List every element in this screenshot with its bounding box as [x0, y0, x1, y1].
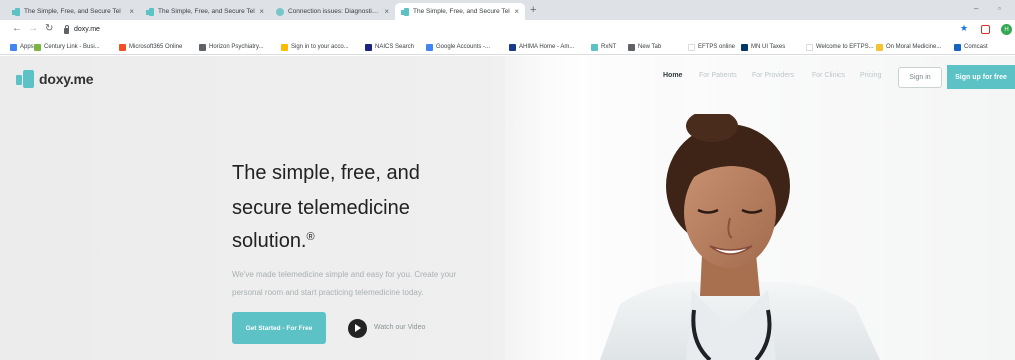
bookmark-label: MN UI Taxes	[751, 44, 786, 50]
bookmark-item[interactable]: Century Link - Busi...	[34, 41, 100, 53]
logo-text: doxy.me	[39, 71, 94, 87]
extension-icon[interactable]	[981, 25, 990, 34]
bookmark-item[interactable]: Sign in to your acco...	[281, 41, 349, 53]
close-icon[interactable]: ×	[129, 7, 134, 16]
nav-for-patients[interactable]: For Patients	[699, 72, 737, 79]
bookmark-item[interactable]: Horizon Psychiatry...	[199, 41, 264, 53]
bookmark-favicon-icon	[741, 43, 748, 51]
bookmark-label: Microsoft365 Online	[129, 44, 183, 50]
bookmark-label: Horizon Psychiatry...	[209, 44, 264, 50]
bookmark-item[interactable]: Apps	[10, 41, 34, 53]
profile-avatar[interactable]: H	[1001, 24, 1012, 35]
nav-pricing[interactable]: Pricing	[860, 72, 881, 79]
nav-for-providers[interactable]: For Providers	[752, 72, 794, 79]
bookmark-favicon-icon	[365, 43, 372, 51]
url-input[interactable]: doxy.me	[58, 22, 938, 37]
url-text: doxy.me	[74, 26, 100, 33]
sign-in-button[interactable]: Sign in	[898, 67, 942, 88]
browser-tab-2[interactable]: The Simple, Free, and Secure Tel ×	[140, 3, 270, 20]
bookmark-item[interactable]: NAICS Search	[365, 41, 414, 53]
doxy-favicon-icon	[401, 7, 409, 16]
browser-tab-3[interactable]: Connection issues: Diagnostic to ×	[270, 3, 395, 20]
reload-icon[interactable]: ↻	[45, 23, 53, 34]
bookmark-favicon-icon	[509, 43, 516, 51]
bookmark-favicon-icon	[876, 43, 883, 51]
tab-title: The Simple, Free, and Secure Tel	[24, 8, 121, 15]
bookmark-label: Welcome to EFTPS...	[816, 44, 874, 50]
registered-mark: ®	[306, 231, 315, 243]
minimize-icon[interactable]: –	[974, 4, 978, 13]
bookmark-favicon-icon	[591, 43, 598, 51]
hero-headline-3: solution.®	[232, 230, 315, 253]
bookmark-label: Apps	[20, 44, 34, 50]
get-started-button[interactable]: Get Started - For Free	[232, 312, 326, 344]
sign-up-button[interactable]: Sign up for free	[947, 65, 1015, 89]
browser-tab-4-active[interactable]: The Simple, Free, and Secure Tel ×	[395, 3, 525, 20]
bookmark-label: New Tab	[638, 44, 662, 50]
bookmark-item[interactable]: MN UI Taxes	[741, 41, 785, 53]
close-icon[interactable]: ×	[514, 7, 519, 16]
address-bar-row: ← → ↻ doxy.me ★ H	[0, 20, 1015, 39]
doxy-page: doxy.me Home For Patients For Providers …	[0, 56, 1015, 360]
bookmark-label: EFTPS online	[698, 44, 736, 50]
new-tab-button[interactable]: +	[530, 4, 536, 16]
bookmark-favicon-icon	[954, 43, 961, 51]
bookmark-favicon-icon	[806, 43, 813, 51]
bookmark-label: AHIMA Home - Am...	[519, 44, 575, 50]
bookmark-item[interactable]: Microsoft365 Online	[119, 41, 182, 53]
doxy-favicon-icon	[12, 7, 20, 16]
hero-headline-1: The simple, free, and	[232, 162, 420, 184]
bookmark-label: RxNT	[601, 44, 617, 50]
lock-icon	[64, 24, 69, 34]
bookmarks-bar: Apps Century Link - Busi... Microsoft365 O…	[0, 39, 1015, 55]
back-arrow-icon[interactable]: ←	[12, 23, 22, 34]
doctor-hero-image	[600, 114, 880, 360]
close-icon[interactable]: ×	[259, 7, 264, 16]
bookmark-item[interactable]: Google Accounts -...	[426, 41, 490, 53]
bookmark-favicon-icon	[426, 43, 433, 51]
bookmark-item[interactable]: Comcast	[954, 41, 988, 53]
bookmark-favicon-icon	[199, 43, 206, 51]
play-icon[interactable]	[348, 319, 367, 338]
bookmark-favicon-icon	[119, 43, 126, 51]
close-icon[interactable]: ×	[384, 7, 389, 16]
bookmark-item[interactable]: EFTPS online	[688, 41, 735, 53]
forward-arrow-icon[interactable]: →	[28, 23, 38, 34]
bookmark-star-icon[interactable]: ★	[960, 23, 968, 34]
browser-tab-1[interactable]: The Simple, Free, and Secure Tel ×	[6, 3, 140, 20]
bookmark-item[interactable]: RxNT	[591, 41, 616, 53]
connection-favicon-icon	[276, 7, 284, 16]
bookmark-favicon-icon	[10, 43, 17, 51]
doxy-logo[interactable]: doxy.me	[16, 70, 94, 88]
doxy-favicon-icon	[146, 7, 154, 16]
bookmark-label: Google Accounts -...	[436, 44, 491, 50]
hero-headline-3-text: solution.	[232, 230, 307, 252]
bookmark-item[interactable]: On Moral Medicine...	[876, 41, 941, 53]
tab-title: Connection issues: Diagnostic to	[288, 8, 381, 15]
tab-title: The Simple, Free, and Secure Tel	[413, 8, 510, 15]
bookmark-label: Sign in to your acco...	[291, 44, 349, 50]
bookmark-label: Comcast	[964, 44, 988, 50]
nav-home[interactable]: Home	[663, 72, 682, 79]
bookmark-item[interactable]: New Tab	[628, 41, 661, 53]
hero-subtext-2: personal room and start practicing telem…	[232, 288, 424, 297]
bookmark-label: NAICS Search	[375, 44, 415, 50]
hero-headline-2: secure telemedicine	[232, 197, 410, 219]
bookmark-item[interactable]: Welcome to EFTPS...	[806, 41, 874, 53]
tab-title: The Simple, Free, and Secure Tel	[158, 8, 255, 15]
bookmark-label: Century Link - Busi...	[44, 44, 100, 50]
maximize-icon[interactable]: ▫	[998, 4, 1001, 13]
hero-subtext-1: We've made telemedicine simple and easy …	[232, 270, 457, 279]
nav-for-clinics[interactable]: For Clinics	[812, 72, 845, 79]
doxy-logo-icon	[16, 70, 34, 88]
browser-tab-bar: The Simple, Free, and Secure Tel × The S…	[0, 0, 1015, 20]
bookmark-favicon-icon	[688, 43, 695, 51]
bookmark-item[interactable]: AHIMA Home - Am...	[509, 41, 574, 53]
bookmark-favicon-icon	[281, 43, 288, 51]
bookmark-label: On Moral Medicine...	[886, 44, 942, 50]
bookmark-favicon-icon	[34, 43, 41, 51]
watch-video-link[interactable]: Watch our Video	[374, 324, 425, 331]
bookmark-favicon-icon	[628, 43, 635, 51]
